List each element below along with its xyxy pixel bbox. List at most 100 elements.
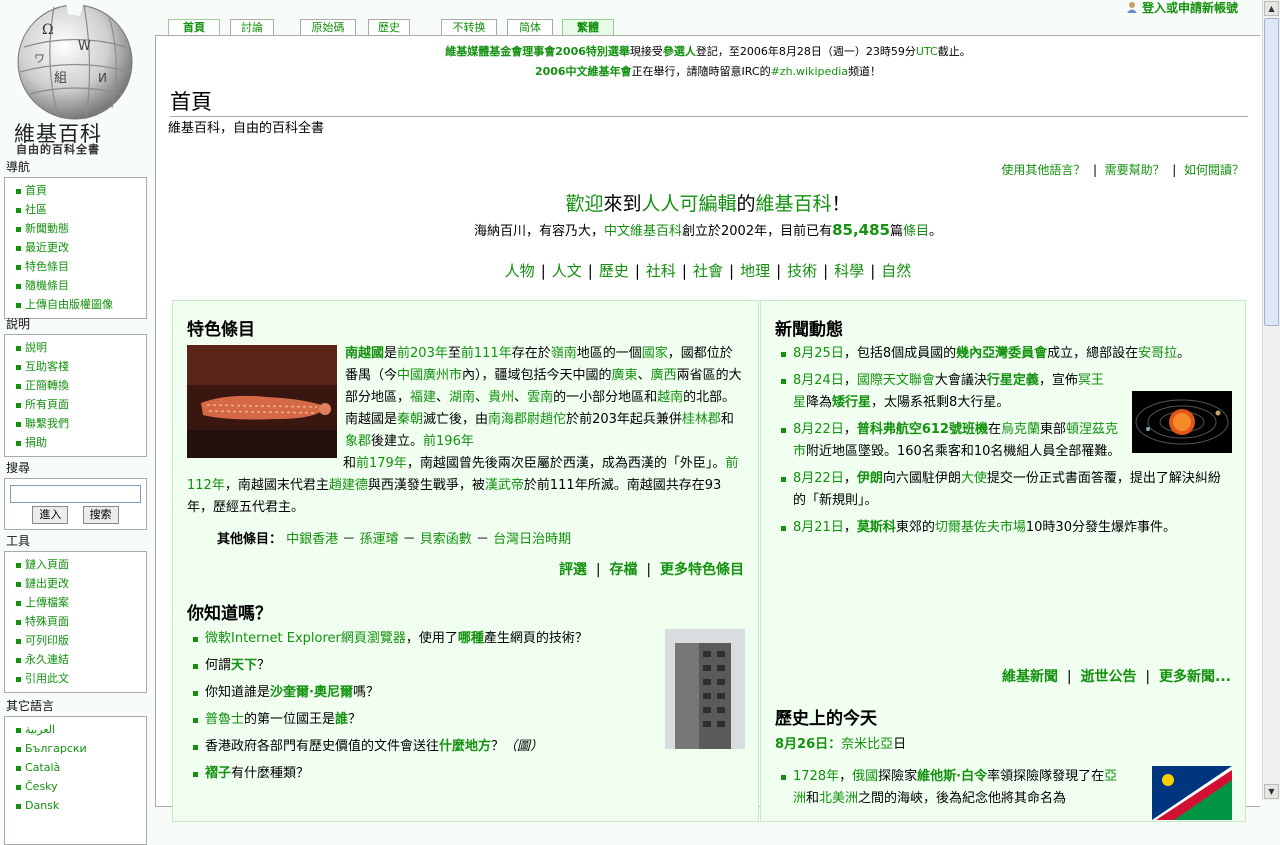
search-heading: 搜尋 (6, 461, 31, 475)
topic-geography[interactable]: 地理 (740, 262, 770, 280)
need-help-link[interactable]: 需要幫助？ (1105, 163, 1165, 177)
help-item-donate[interactable]: 捐助 (15, 433, 146, 452)
featured-panel: 特色條目 南越國是前203年至前111年存在於嶺南地區的一個國家，國都位於番禺（… (172, 300, 759, 822)
lang-czech[interactable]: Česky (15, 777, 146, 796)
lang-danish[interactable]: Dansk (15, 796, 146, 815)
topic-social-science[interactable]: 社科 (646, 262, 676, 280)
wikipedia-link[interactable]: 維基百科 (756, 193, 832, 215)
news-item: 8月25日，包括8個成員國的幾內亞灣委員會成立，總部設在安哥拉。 (779, 343, 1223, 365)
dyk-item: 褶子有什麼種類？ (191, 763, 641, 785)
did-you-know-heading: 你知道嗎？ (187, 604, 272, 624)
login-link[interactable]: 登入或申請新帳號 (1126, 0, 1238, 16)
tab-history[interactable]: 歷史 (368, 19, 410, 35)
news-item: 8月24日，國際天文聯會大會議決行星定義，宣佈冥王星降為矮行星，太陽系祇剩8大行… (779, 370, 1113, 414)
site-notice: 維基媒體基金會理事會2006特別選舉現接受參選人登記，至2006年8月28日（週… (445, 45, 971, 78)
tools-what-links-here[interactable]: 鏈入頁面 (15, 555, 146, 574)
notice-candidates-link[interactable]: 參選人 (663, 45, 696, 58)
tab-traditional[interactable]: 繁體 (562, 19, 614, 36)
user-icon (1126, 2, 1137, 13)
other-featured-4[interactable]: 台灣日治時期 (493, 532, 571, 547)
tools-cite[interactable]: 引用此文 (15, 669, 146, 688)
dyk-item: 何謂天下？ (191, 655, 641, 677)
lang-catalan[interactable]: Català (15, 758, 146, 777)
topic-society[interactable]: 社會 (693, 262, 723, 280)
search-button[interactable]: 搜索 (82, 506, 119, 524)
tools-permalink[interactable]: 永久連結 (15, 650, 146, 669)
otd-date-line: 8月26日：奈米比亞日 (775, 737, 907, 752)
tab-view-source[interactable]: 原始碼 (300, 19, 356, 35)
scrollbar-thumb[interactable] (1264, 18, 1279, 326)
nav-news[interactable]: 新聞動態 (15, 219, 146, 238)
help-item-all-pages[interactable]: 所有頁面 (15, 395, 146, 414)
tools-upload[interactable]: 上傳檔案 (15, 593, 146, 612)
topic-nature[interactable]: 自然 (881, 262, 911, 280)
help-item-conversion[interactable]: 正簡轉換 (15, 376, 146, 395)
otd-list: 1728年，俄國探險家維他斯·白令率領探險隊發現了在亞洲和北美洲之間的海峽，後為… (779, 766, 1129, 815)
help-item-contact[interactable]: 聯繫我們 (15, 414, 146, 433)
news-heading: 新聞動態 (775, 320, 843, 340)
wikipedia-logo[interactable]: Ω W 組 И ワ 維基百科 自由的百科全書 (0, 0, 150, 158)
welcome-link[interactable]: 歡迎 (565, 193, 603, 215)
intro-line: 海納百川，有容乃大，中文維基百科創立於2002年，目前已有85,485篇條目。 (473, 221, 943, 239)
nav-recent-changes[interactable]: 最近更改 (15, 238, 146, 257)
featured-heading: 特色條目 (187, 320, 255, 340)
namibia-flag-image[interactable] (1152, 766, 1232, 820)
topic-people[interactable]: 人物 (505, 262, 535, 280)
scroll-down-arrow-icon[interactable]: ▼ (1264, 784, 1279, 799)
svg-text:ワ: ワ (34, 52, 45, 65)
search-input[interactable] (10, 485, 141, 503)
otd-date[interactable]: 8月26日： (775, 737, 841, 752)
go-button[interactable]: 進入 (32, 506, 69, 524)
welcome-banner: 歡迎來到人人可編輯的維基百科！ (565, 193, 851, 215)
articles-link[interactable]: 條目 (903, 224, 929, 239)
other-featured-1[interactable]: 中銀香港 (286, 532, 338, 547)
other-featured-3[interactable]: 貝索函數 (420, 532, 472, 547)
nav-community[interactable]: 社區 (15, 200, 146, 219)
notice-conference-link[interactable]: 2006中文維基年會 (535, 65, 632, 78)
more-featured-link[interactable]: 更多特色條目 (660, 562, 744, 578)
tab-main-page[interactable]: 首頁 (168, 19, 220, 36)
nav-random[interactable]: 隨機條目 (15, 276, 146, 295)
lang-bulgarian[interactable]: Български (15, 739, 146, 758)
navigation-heading: 導航 (6, 160, 31, 174)
dyk-building-image[interactable] (665, 629, 745, 749)
topic-technology[interactable]: 技術 (787, 262, 817, 280)
other-featured-2[interactable]: 孫運璿 (359, 532, 398, 547)
notice-utc-link[interactable]: UTC (916, 45, 938, 58)
tab-discussion[interactable]: 討論 (230, 19, 274, 35)
tab-simplified[interactable]: 简体 (507, 19, 553, 35)
obituaries-link[interactable]: 逝世公告 (1081, 669, 1137, 685)
tools-related-changes[interactable]: 鏈出更改 (15, 574, 146, 593)
wikinews-link[interactable]: 維基新聞 (1002, 669, 1058, 685)
zh-wikipedia-link[interactable]: 中文維基百科 (604, 224, 682, 239)
other-languages-link[interactable]: 使用其他語言？ (1001, 163, 1085, 177)
featured-image[interactable] (187, 345, 337, 458)
tab-no-conversion[interactable]: 不转换 (441, 19, 497, 35)
scroll-up-arrow-icon[interactable]: ▲ (1264, 1, 1279, 16)
topic-science[interactable]: 科學 (834, 262, 864, 280)
navigation-portlet: 導航 首頁 社區 新聞動態 最近更改 特色條目 隨機條目 上傳自由版權圖像 (4, 158, 147, 319)
more-news-link[interactable]: 更多新聞... (1159, 669, 1231, 685)
notice-irc-link[interactable]: #zh.wikipedia (771, 65, 848, 78)
otd-namibia-link[interactable]: 奈米比亞 (841, 737, 893, 752)
vertical-scrollbar[interactable]: ▲ ▼ (1262, 0, 1280, 800)
featured-vote-link[interactable]: 評選 (559, 562, 587, 578)
nav-featured[interactable]: 特色條目 (15, 257, 146, 276)
tools-heading: 工具 (6, 534, 31, 548)
how-to-read-link[interactable]: 如何閱讀？ (1184, 163, 1244, 177)
nav-upload-free-image[interactable]: 上傳自由版權圖像 (15, 295, 146, 314)
topic-history[interactable]: 歷史 (599, 262, 629, 280)
nav-main-page[interactable]: 首頁 (15, 181, 146, 200)
lang-arabic[interactable]: العربية (15, 720, 146, 739)
article-count[interactable]: 85,485 (832, 221, 890, 239)
news-item: 8月22日，普科弗航空612號班機在烏克蘭東部頓涅茲克市附近地區墜毀。160名乘… (779, 419, 1123, 463)
news-panel: 新聞動態 8月25日，包括8個成員國的幾內亞灣委員會成立，總部設在安哥拉。 8月… (760, 300, 1246, 822)
tools-special-pages[interactable]: 特殊頁面 (15, 612, 146, 631)
help-item-help[interactable]: 說明 (15, 338, 146, 357)
anyone-can-edit-link[interactable]: 人人可編輯 (641, 193, 736, 215)
featured-archive-link[interactable]: 存檔 (609, 562, 637, 578)
help-item-village-pump[interactable]: 互助客棧 (15, 357, 146, 376)
topic-humanities[interactable]: 人文 (552, 262, 582, 280)
tools-printable[interactable]: 可列印版 (15, 631, 146, 650)
notice-election-link[interactable]: 維基媒體基金會理事會2006特別選舉 (445, 45, 630, 58)
